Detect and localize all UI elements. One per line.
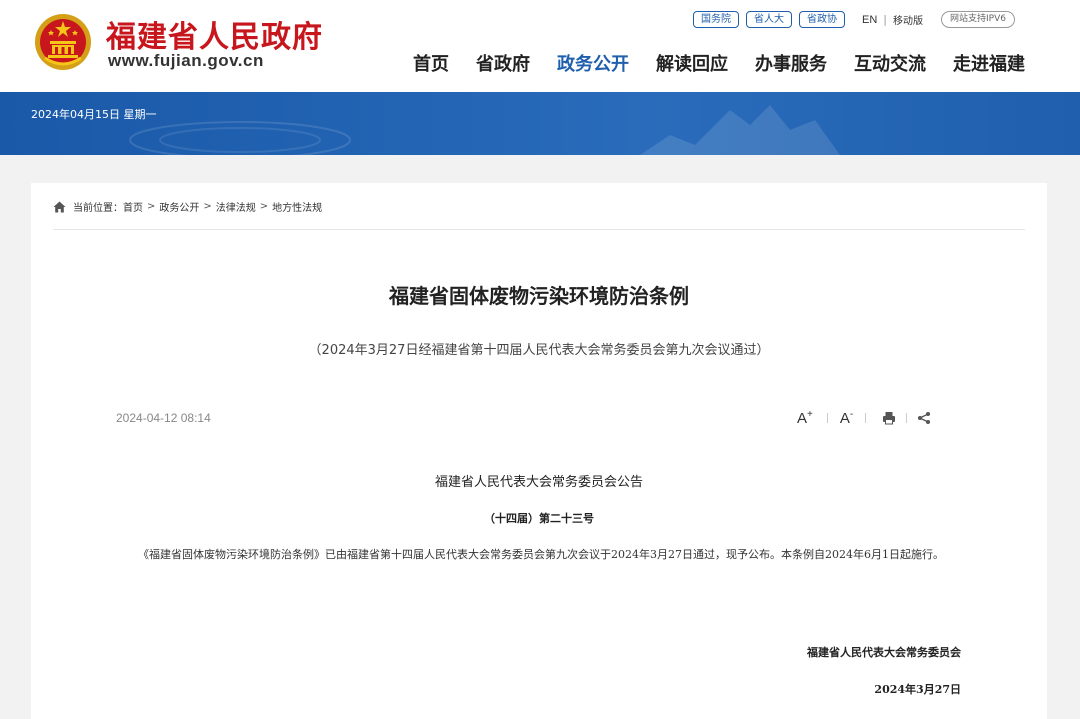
font-decrease-letter: A [839, 410, 850, 427]
current-date: 2024年04月15日 星期一 [31, 108, 157, 121]
announcement-number: （十四届）第二十三号 [484, 512, 594, 525]
banner-mountain-decoration [640, 105, 840, 155]
nav-item-interaction[interactable]: 互动交流 [854, 50, 926, 76]
announcement-date: 2024年3月27日 [874, 683, 961, 696]
top-link-cppcc[interactable]: 省政协 [799, 11, 845, 28]
nav-item-services[interactable]: 办事服务 [755, 50, 827, 76]
announcement-body: 《福建省固体废物污染环境防治条例》已由福建省第十四届人民代表大会常务委员会第九次… [138, 548, 944, 561]
print-icon[interactable] [882, 411, 896, 425]
font-increase-sign: + [807, 409, 813, 420]
ipv6-badge: 网站支持IPV6 [941, 11, 1015, 28]
date-banner: 2024年04月15日 星期一 [0, 92, 1080, 155]
nav-item-about-fujian[interactable]: 走进福建 [953, 50, 1025, 76]
article-title: 福建省固体废物污染环境防治条例 [389, 284, 689, 308]
article-tools: A+ A- [797, 409, 931, 427]
breadcrumb-local-regulations[interactable]: 地方性法规 [272, 199, 322, 214]
announcement-signature: 福建省人民代表大会常务委员会 [807, 646, 961, 659]
home-icon [53, 201, 66, 212]
mobile-version-link[interactable]: 移动版 [893, 12, 923, 27]
site-name[interactable]: 福建省人民政府 [106, 12, 323, 56]
announcement-heading: 福建省人民代表大会常务委员会公告 [434, 475, 643, 490]
font-decrease-sign: - [849, 409, 854, 420]
main-nav: 首页 省政府 政务公开 解读回应 办事服务 互动交流 走进福建 [413, 50, 1025, 76]
english-link[interactable]: EN [862, 14, 877, 26]
breadcrumb-home[interactable]: 首页 [123, 199, 143, 214]
breadcrumb-separator: > [147, 201, 156, 212]
tool-separator [906, 413, 908, 423]
nav-item-public-affairs[interactable]: 政务公开 [557, 50, 629, 76]
site-header: 福建省人民政府 www.fujian.gov.cn 国务院 省人大 省政协 EN… [0, 0, 1080, 92]
top-separator: | [883, 13, 887, 26]
tool-separator [865, 413, 867, 423]
article-card: 当前位置： 首页 > 政务公开 > 法律法规 > 地方性法规 福建省固体废物污染… [31, 183, 1047, 719]
breadcrumb-separator: > [259, 201, 269, 212]
site-url[interactable]: www.fujian.gov.cn [108, 51, 264, 71]
breadcrumb: 当前位置： 首页 > 政务公开 > 法律法规 > 地方性法规 [53, 199, 322, 214]
share-icon[interactable] [917, 411, 931, 425]
top-link-state-council[interactable]: 国务院 [693, 11, 739, 28]
tool-separator [826, 413, 828, 423]
national-emblem-icon[interactable] [33, 12, 93, 72]
font-decrease-button[interactable]: A- [840, 409, 853, 427]
breadcrumb-divider [53, 229, 1025, 230]
breadcrumb-prefix: 当前位置： [73, 203, 123, 214]
nav-item-government[interactable]: 省政府 [476, 50, 530, 76]
nav-item-interpretation[interactable]: 解读回应 [656, 50, 728, 76]
nav-item-home[interactable]: 首页 [413, 50, 449, 76]
font-increase-letter: A [797, 410, 808, 427]
article-subtitle: （2024年3月27日经福建省第十四届人民代表大会常务委员会第九次会议通过） [308, 343, 770, 358]
font-increase-button[interactable]: A+ [797, 409, 813, 427]
breadcrumb-separator: > [203, 201, 212, 212]
top-link-provincial-congress[interactable]: 省人大 [746, 11, 792, 28]
breadcrumb-laws[interactable]: 法律法规 [216, 199, 256, 214]
publish-time: 2024-04-12 08:14 [116, 411, 211, 425]
top-links: 国务院 省人大 省政协 EN | 移动版 网站支持IPV6 [693, 11, 1015, 28]
breadcrumb-public-affairs[interactable]: 政务公开 [159, 199, 199, 214]
